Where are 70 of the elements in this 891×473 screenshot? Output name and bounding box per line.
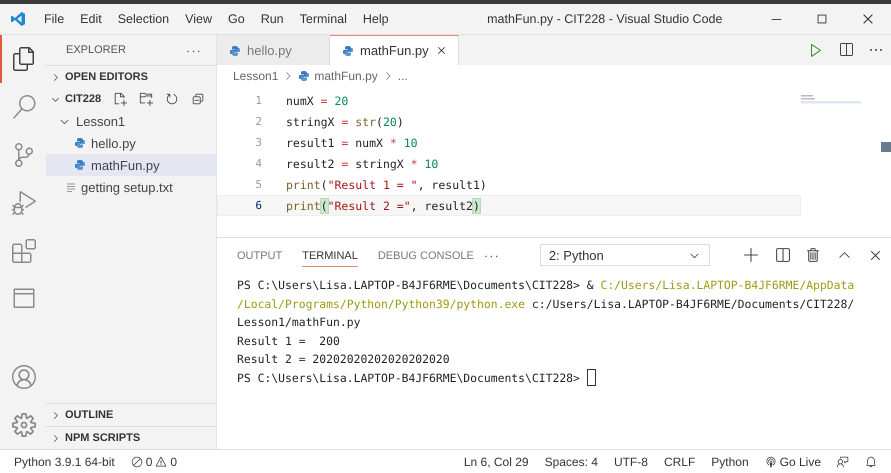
terminal-line: Result 2 = 20202020202020202020 <box>237 351 450 368</box>
code-line: stringX = str(20) <box>286 114 404 128</box>
code-line: result1 = numX * 10 <box>286 136 418 150</box>
terminal-cursor <box>586 369 596 386</box>
warning-icon <box>155 456 168 468</box>
code-line: print("Result 2 =", result2) <box>286 198 480 212</box>
tree-item[interactable]: getting setup.txt <box>46 176 216 198</box>
menu-item[interactable]: Terminal <box>292 12 355 26</box>
menu-item[interactable]: Help <box>354 12 397 26</box>
section-header[interactable]: OPEN EDITORS <box>46 65 216 88</box>
terminal-line: PS C:\Users\Lisa.LAPTOP-B4JF6RME\Documents\CIT228> & C:/Users/Lisa.LAPTOP-B4JF6RME/AppData <box>237 277 854 294</box>
menu-item[interactable]: View <box>177 12 220 26</box>
line-number: 6 <box>254 199 263 212</box>
new-folder-icon[interactable] <box>139 92 154 106</box>
language-status[interactable]: Python <box>703 454 757 468</box>
terminal-line: Lesson1/mathFun.py <box>237 314 360 331</box>
eol-status[interactable]: CRLF <box>656 454 704 468</box>
menu-item[interactable]: Go <box>220 12 253 26</box>
terminal-line: Result 1 = 200 <box>237 332 340 350</box>
problems-status[interactable]: 0 0 <box>122 454 186 468</box>
breadcrumb[interactable]: Lesson1 <box>233 69 278 83</box>
python-file-icon <box>229 44 241 56</box>
text-file-icon <box>66 182 76 192</box>
panel-tab[interactable]: DEBUG CONSOLE <box>378 244 474 266</box>
python-file-icon <box>342 44 354 56</box>
encoding-status[interactable]: UTF-8 <box>606 454 656 468</box>
tree-item[interactable]: Lesson1 <box>46 110 216 132</box>
interpreter-status[interactable]: Python 3.9.1 64-bit <box>6 454 123 468</box>
terminal-line: /Local/Programs/Python/Python39/python.exe c:/Users/Lisa.LAPTOP-B4JF6RME/Documents/CIT228/ <box>237 296 854 312</box>
cursor-position[interactable]: Ln 6, Col 29 <box>456 454 537 468</box>
tree-item[interactable]: hello.py <box>46 132 216 154</box>
go-live-button[interactable]: Go Live <box>756 454 829 468</box>
line-number: 4 <box>254 157 263 170</box>
python-file-icon <box>74 159 86 171</box>
menu-item[interactable]: File <box>36 12 72 26</box>
new-file-icon[interactable] <box>113 92 128 106</box>
menu-item[interactable]: Run <box>252 12 292 26</box>
code-line: result2 = stringX * 10 <box>286 156 438 170</box>
line-number: 3 <box>254 136 263 149</box>
folder-header[interactable]: CIT228 <box>46 88 216 110</box>
section-header[interactable]: OUTLINE <box>46 403 216 426</box>
python-file-icon <box>298 70 310 82</box>
minimap-drawing <box>801 95 861 104</box>
editor-tab[interactable]: mathFun.py <box>330 35 459 65</box>
window-title: mathFun.py - CIT228 - Visual Studio Code <box>486 12 724 26</box>
scrollbar-marker <box>881 142 891 152</box>
line-number: 1 <box>254 94 263 107</box>
code-line: numX = 20 <box>286 94 348 108</box>
terminal-select[interactable]: 2: Python <box>540 244 710 266</box>
line-number: 2 <box>254 115 263 128</box>
refresh-icon[interactable] <box>165 92 180 106</box>
panel-tab[interactable]: TERMINAL <box>302 244 358 266</box>
panel-tab[interactable]: OUTPUT <box>237 244 282 266</box>
terminal-line: PS C:\Users\Lisa.LAPTOP-B4JF6RME\Documents\CIT228> <box>237 370 581 386</box>
more-actions[interactable]: ··· <box>186 42 202 58</box>
tree-item[interactable]: mathFun.py <box>46 154 216 176</box>
breadcrumb[interactable]: mathFun.py <box>314 69 378 83</box>
menu-item[interactable]: Edit <box>72 12 110 26</box>
sidebar-title: EXPLORER <box>66 44 126 56</box>
menu-item[interactable]: Selection <box>110 12 178 26</box>
error-icon <box>130 456 143 468</box>
indentation-status[interactable]: Spaces: 4 <box>536 454 606 468</box>
line-number: 5 <box>254 178 263 191</box>
broadcast-icon <box>764 456 777 468</box>
breadcrumb[interactable]: ... <box>398 69 408 83</box>
collapse-icon[interactable] <box>191 92 206 106</box>
python-file-icon <box>74 137 86 149</box>
editor-tab[interactable]: hello.py <box>217 35 330 65</box>
more-actions[interactable]: ··· <box>484 248 500 262</box>
code-line: print("Result 1 = ", result1) <box>286 178 487 192</box>
